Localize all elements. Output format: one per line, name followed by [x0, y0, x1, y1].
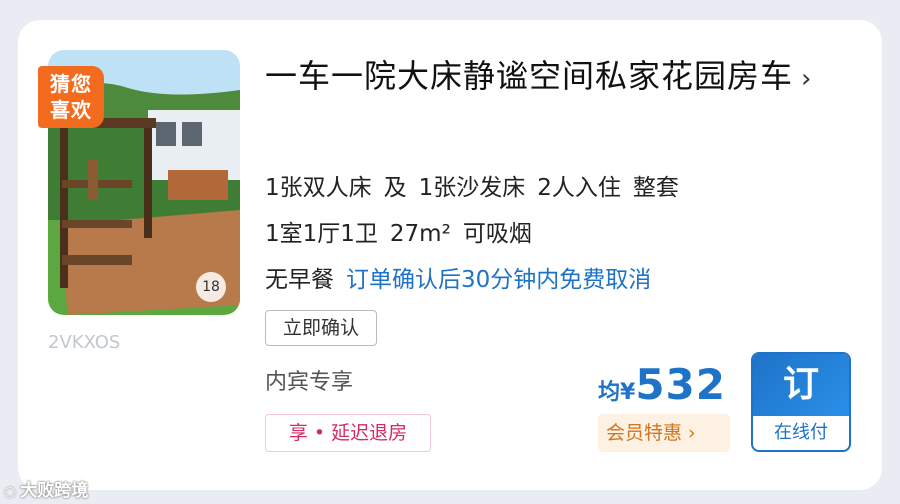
- member-offer-button[interactable]: 会员特惠 ›: [598, 414, 730, 452]
- pay-online-label[interactable]: 在线付: [753, 416, 849, 450]
- watermark: ◌ 大败跨境: [4, 476, 88, 501]
- book-online-button[interactable]: 订 在线付: [751, 352, 851, 452]
- chevron-right-icon[interactable]: ›: [801, 64, 812, 94]
- bed-double: 1张双人床: [265, 175, 372, 201]
- guest-capacity: 2人入住: [537, 175, 621, 201]
- price-prefix: 均: [598, 380, 621, 405]
- breakfast-info: 无早餐: [265, 267, 334, 293]
- late-checkout-perk: 享 • 延迟退房: [265, 414, 431, 452]
- recommended-badge: 猜您 喜欢: [38, 66, 104, 128]
- book-label[interactable]: 订: [753, 354, 849, 416]
- room-layout: 1室1厅1卫: [265, 221, 378, 247]
- price-amount: 532: [635, 360, 726, 409]
- listing-title-text[interactable]: 一车一院大床静谧空间私家花园房车: [265, 57, 793, 95]
- watermark-icon: ◌: [4, 484, 17, 500]
- listing-code: 2VKXOS: [48, 332, 121, 353]
- recommended-badge-line1: 猜您: [50, 72, 92, 96]
- bed-info: 1张双人床及 1张沙发床 2人入住 整套: [265, 168, 691, 202]
- bed-and: 及: [383, 175, 407, 201]
- watermark-text: 大败跨境: [20, 481, 89, 501]
- bed-sofa: 1张沙发床: [418, 175, 526, 201]
- price-display: 均¥532: [598, 360, 726, 409]
- room-area: 27m²: [389, 221, 451, 247]
- rental-type: 整套: [632, 175, 679, 201]
- policy-info: 无早餐 订单确认后30分钟内免费取消: [265, 260, 663, 294]
- listing-title[interactable]: 一车一院大床静谧空间私家花园房车 ›: [265, 52, 855, 103]
- vip-exclusive-label: 内宾专享: [265, 370, 354, 395]
- price-currency: ¥: [620, 380, 636, 405]
- instant-confirm-tag: 立即确认: [265, 310, 377, 346]
- recommended-badge-line2: 喜欢: [50, 98, 92, 122]
- cancellation-policy: 订单确认后30分钟内免费取消: [346, 267, 652, 293]
- room-info: 1室1厅1卫 27m² 可吸烟: [265, 214, 544, 248]
- smoking-policy: 可吸烟: [462, 221, 532, 247]
- photo-count-badge: 18: [196, 272, 226, 302]
